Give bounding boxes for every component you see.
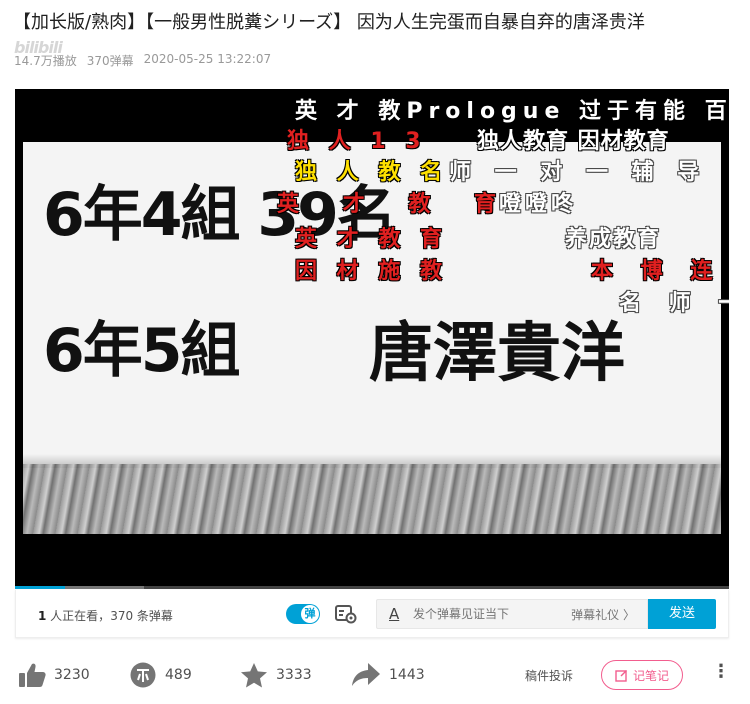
danmaku-item: 养成教育 [565,227,662,252]
progress-played [15,586,65,589]
danmaku-toggle[interactable]: 弹 [286,604,320,624]
frame-text-line2: 6年5組 [43,316,240,386]
danmaku-item: 英 才 教Prologue 过于有能 百 [295,99,729,124]
danmaku-settings-button[interactable] [334,603,358,625]
frame-text-name: 唐澤貴洋 [369,317,625,391]
coin-icon [130,662,156,688]
danmaku-item: 独人教育 因材教育 [477,129,670,154]
danmaku-toggle-knob: 弹 [301,605,319,623]
viewer-info: 1 人正在看，370 条弹幕 [38,607,173,624]
favorite-count: 3333 [276,667,312,683]
danmaku-bar: 1 人正在看，370 条弹幕 弹 A 弹幕礼仪 〉 发送 [15,590,729,638]
coin-count: 489 [165,667,192,683]
view-count: 14.7万播放 [14,54,77,68]
viewer-label: 人正在看， [46,609,111,623]
like-count: 3230 [54,667,90,683]
progress-bar[interactable] [15,586,729,589]
share-button[interactable]: 1443 [351,655,425,695]
danmaku-item: 本 博 连 论 [591,259,729,284]
like-button[interactable]: 3230 [18,655,90,695]
frame-floor [23,464,721,534]
send-danmaku-button[interactable]: 发送 [648,599,716,629]
video-player[interactable]: 6年4組 39名 6年5組 唐澤貴洋 英 才 教Prologue 过于有能 百 … [15,89,729,589]
take-note-label: 记笔记 [632,668,669,683]
favorite-button[interactable]: 3333 [240,655,312,695]
note-pencil-icon [615,669,627,682]
danmaku-item: 名 师 一 [619,291,729,316]
publish-date: 2020-05-25 13:22:07 [143,52,272,66]
danmaku-settings-icon [335,605,357,624]
danmaku-total: 370 条弹幕 [110,609,173,623]
more-options-icon[interactable]: ⋮ [712,663,730,681]
danmaku-item: 师 一 对 一 辅 导 [449,160,708,185]
danmaku-item: 独 人 1 3 [287,129,427,154]
share-count: 1443 [389,667,425,683]
report-link[interactable]: 稿件投诉 [525,667,573,684]
font-style-icon[interactable]: A [389,605,399,623]
video-title: 【加长版/熟肉】【一般男性脱糞シリーズ】 因为人生完蛋而自暴自弃的唐泽贵洋 [13,12,645,33]
star-icon [241,662,267,687]
video-meta: 14.7万播放 370弹幕 2020-05-25 13:22:07 [14,52,271,69]
coin-button[interactable]: 489 [129,655,192,695]
danmaku-item: 因 材 施 教 [295,259,448,284]
thumbs-up-icon [19,663,46,687]
share-arrow-icon [352,663,380,686]
danmaku-item: 英 才 教 育 [277,192,514,217]
danmaku-item: 独 人 教 名 [295,160,448,185]
action-toolbar: 3230 489 3333 1443 稿件投诉 记笔记 ⋮ [0,655,750,695]
danmaku-input-box: A 弹幕礼仪 〉 [376,599,648,629]
danmaku-item: 噔噔咚 [499,192,578,217]
danmaku-etiquette-link[interactable]: 弹幕礼仪 〉 [571,606,635,623]
take-note-button[interactable]: 记笔记 [601,660,683,690]
danmaku-item: 英 才 教 育 [295,227,448,252]
meta-danmaku-count: 370弹幕 [86,54,134,68]
danmaku-input[interactable] [413,605,553,623]
